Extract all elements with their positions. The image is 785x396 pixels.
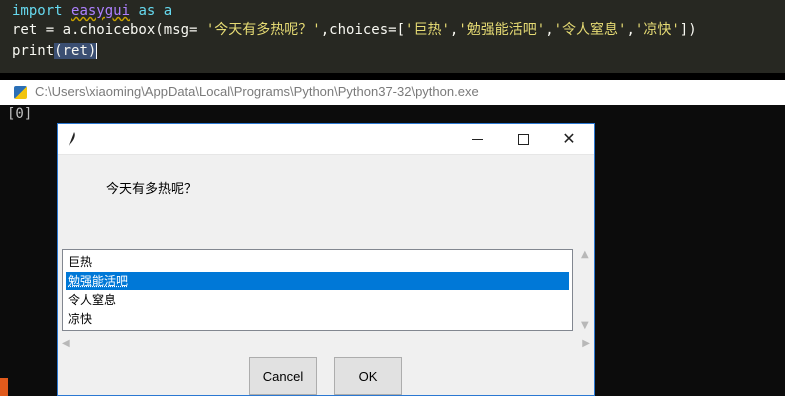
maximize-button[interactable] [500, 124, 546, 154]
scroll-down-icon[interactable]: ▼ [581, 320, 589, 331]
console-output: [0] [7, 106, 33, 122]
msg-string: '今天有多热呢？' [205, 22, 321, 38]
feather-icon [69, 132, 75, 146]
module-name: easygui [71, 3, 131, 19]
code-editor[interactable]: import easygui as a ret = a.choicebox(ms… [0, 0, 785, 73]
list-item-label: 令人窒息 [68, 293, 117, 307]
dialog-titlebar[interactable]: ✕ [58, 124, 594, 155]
text-caret [96, 43, 98, 59]
cancel-button[interactable]: Cancel [249, 357, 317, 395]
code-mid: ,choices=[ [320, 22, 406, 38]
list-item[interactable]: 令人窒息 [66, 291, 569, 309]
console-titlebar[interactable]: C:\Users\xiaoming\AppData\Local\Programs… [0, 80, 785, 105]
print-call: print [12, 43, 55, 59]
keyword-import: import [12, 3, 63, 19]
maximize-icon [517, 133, 529, 145]
dialog-message: 今天有多热呢？ [106, 182, 198, 197]
choice-string-4: '凉快' [634, 22, 680, 38]
horizontal-scrollbar[interactable]: ◀ ▶ [62, 336, 594, 352]
list-item-label: 凉快 [68, 312, 93, 326]
scroll-right-icon[interactable]: ▶ [582, 338, 590, 349]
console-title: C:\Users\xiaoming\AppData\Local\Programs… [35, 84, 479, 99]
choice-listbox[interactable]: 巨热 勉强能活吧 令人窒息 凉快 [62, 249, 573, 331]
close-button[interactable]: ✕ [546, 124, 592, 154]
print-args: (ret) [54, 43, 97, 59]
vertical-scrollbar[interactable]: ▲ ▼ [577, 249, 594, 331]
python-icon [14, 86, 27, 99]
minimize-button[interactable] [454, 124, 500, 154]
list-item[interactable]: 巨热 [66, 253, 569, 271]
scroll-left-icon[interactable]: ◀ [62, 338, 70, 349]
code-line-2: ret = a.choicebox(msg= '今天有多热呢？',choices… [12, 19, 697, 41]
choice-string-1: '巨热' [405, 22, 450, 38]
code-suffix: ]) [679, 22, 697, 38]
code-line-3: print(ret) [12, 40, 98, 62]
alias-name: a [163, 3, 173, 19]
code-comma: , [626, 22, 635, 38]
list-item-selected[interactable]: 勉强能活吧 [66, 272, 569, 290]
minimize-icon [471, 138, 483, 140]
code-comma: , [545, 22, 554, 38]
code-prefix: ret = a.choicebox(msg= [12, 22, 206, 38]
choicebox-dialog: ✕ 今天有多热呢？ 巨热 勉强能活吧 令人窒息 凉快 ▲ ▼ ◀ ▶ Cance… [57, 123, 595, 396]
list-item-label: 勉强能活吧 [68, 274, 129, 288]
scroll-up-icon[interactable]: ▲ [581, 249, 589, 260]
taskbar-strip [0, 378, 8, 396]
choice-string-3: '令人窒息' [553, 22, 627, 38]
keyword-as: as [138, 3, 156, 19]
choice-string-2: '勉强能活吧' [458, 22, 546, 38]
list-item-label: 巨热 [68, 255, 93, 269]
list-item[interactable]: 凉快 [66, 310, 569, 328]
close-icon: ✕ [562, 129, 576, 148]
ok-button[interactable]: OK [334, 357, 402, 395]
